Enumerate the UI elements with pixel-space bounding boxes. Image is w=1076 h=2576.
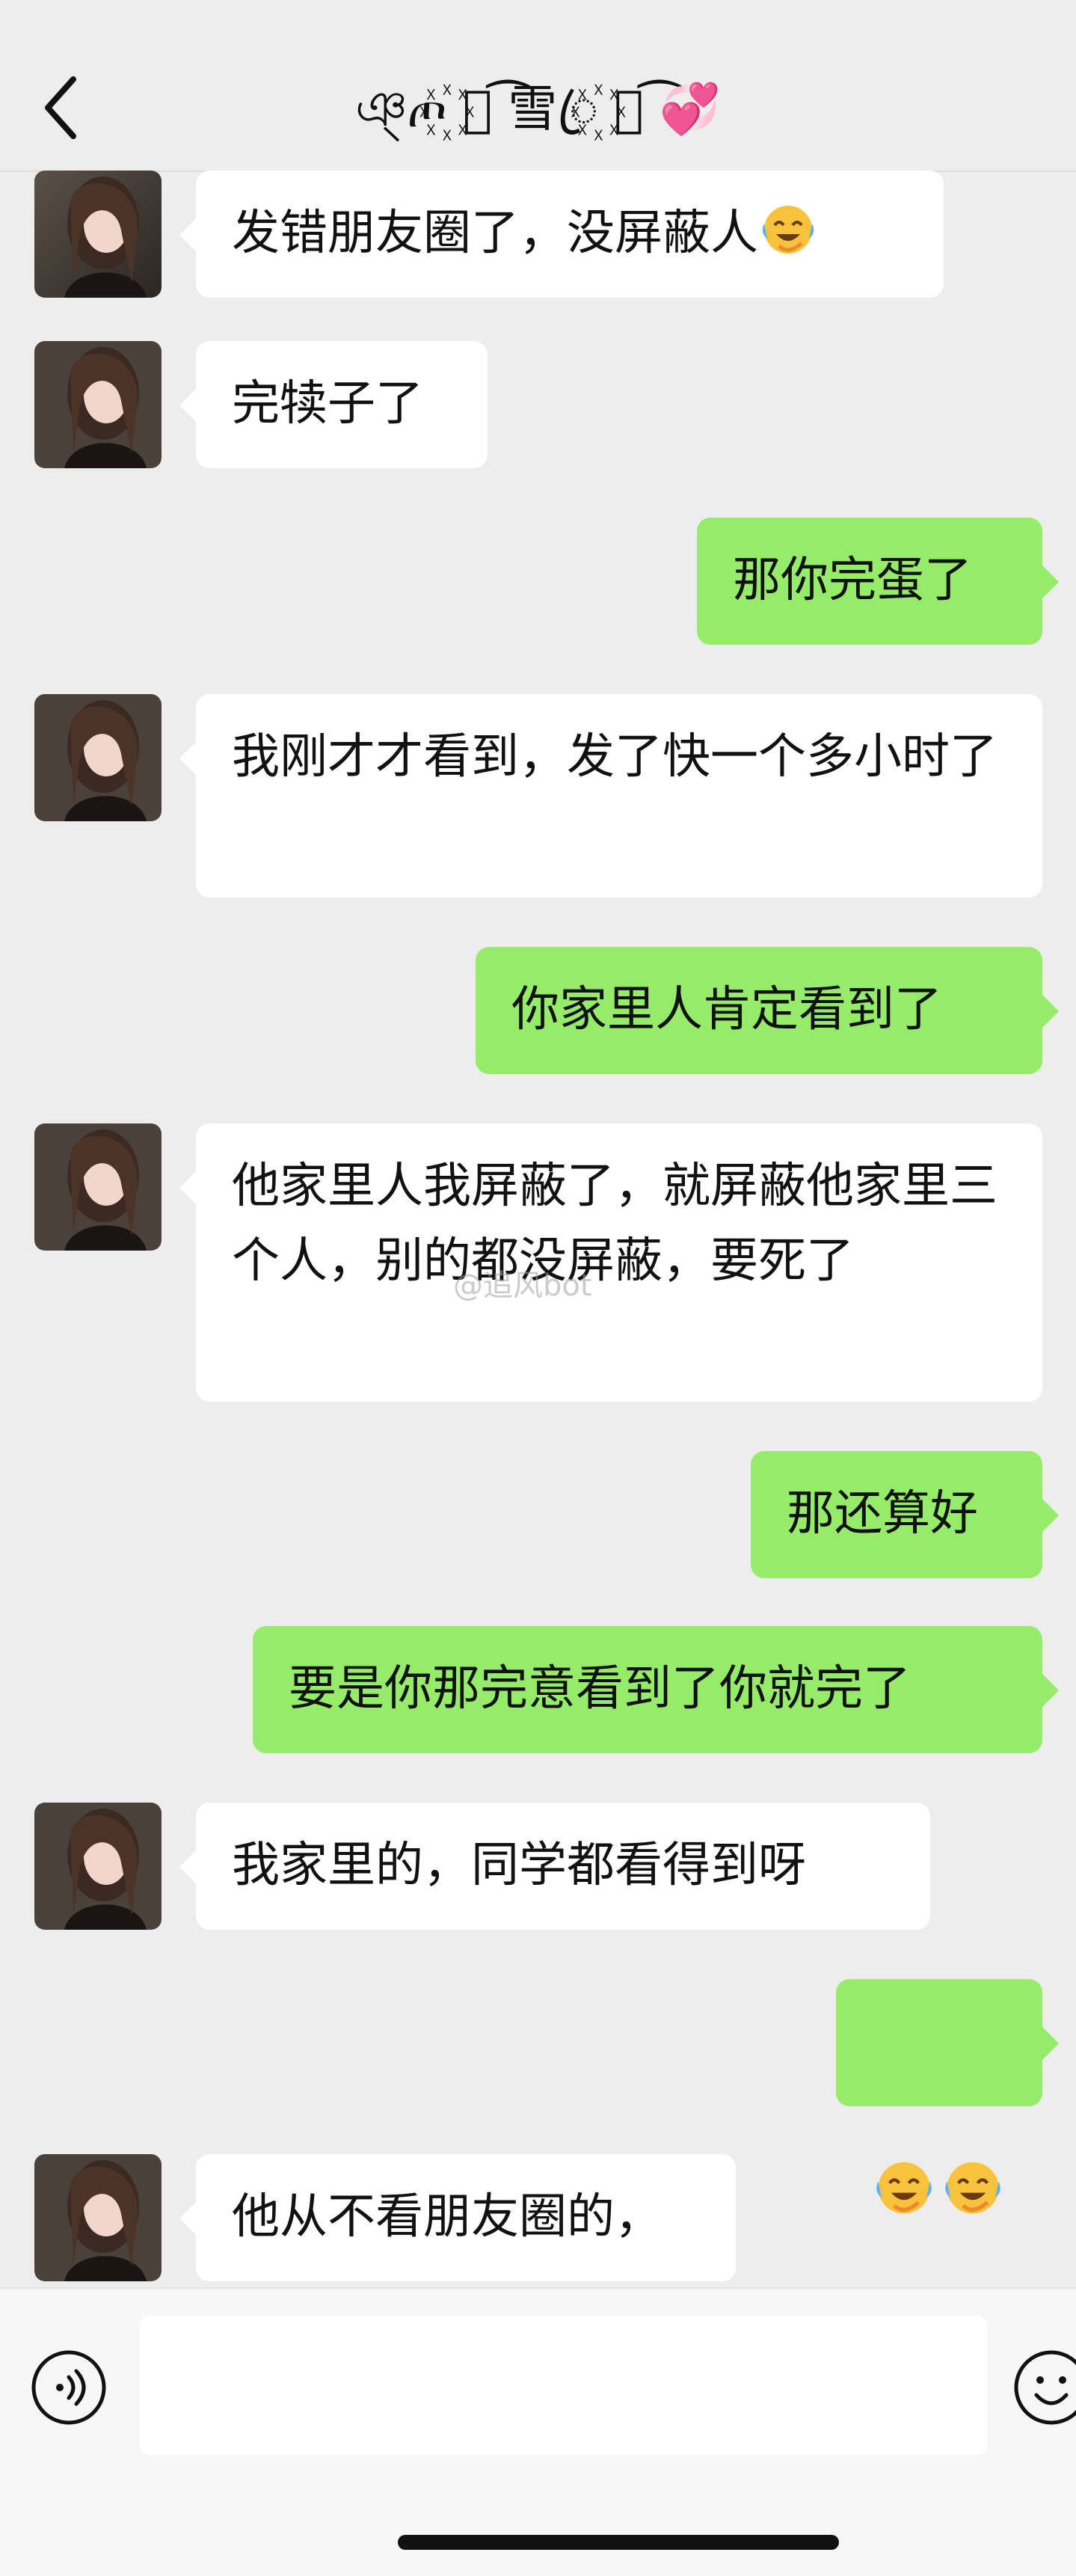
message-text: 那还算好 xyxy=(787,1486,978,1542)
message-bubble[interactable]: 那你完蛋了 xyxy=(697,518,1059,645)
message-bubble[interactable]: 我刚才才看到，发了快一个多小时了 xyxy=(179,694,1042,898)
message-bubble[interactable]: 要是你那完意看到了你就完了 xyxy=(253,1626,1059,1753)
message-text: 我家里的，同学都看得到呀 xyxy=(232,1838,806,1893)
message-text: 他家里人我屏蔽了，就屏蔽他家里三个人，别的都没屏蔽，要死了 xyxy=(232,1159,997,1289)
message-bubble[interactable]: 完犊子了 xyxy=(179,341,488,468)
message-text: 那你完蛋了 xyxy=(733,553,972,608)
message-text: 我刚才才看到，发了快一个多小时了 xyxy=(232,729,997,785)
message-bubble[interactable]: 他从不看朋友圈的， xyxy=(179,2154,736,2281)
chat-header: ঞ্ጦ꙰ ⃕ ͡雪ꦿ꙰ ⃕ ͡💞 xyxy=(0,0,1076,172)
input-toolbar xyxy=(0,2287,1076,2576)
avatar[interactable] xyxy=(34,341,162,468)
avatar[interactable] xyxy=(34,171,162,298)
face-with-tears-of-joy-icon xyxy=(762,206,814,254)
message-bubble[interactable]: 我家里的，同学都看得到呀 xyxy=(179,1803,930,1930)
watermark: @追风bot xyxy=(453,1269,592,1303)
face-with-tears-of-joy-icon xyxy=(876,2162,932,2214)
message-text: 你家里人肯定看到了 xyxy=(511,982,942,1037)
voice-icon xyxy=(31,2350,106,2425)
message-bubble[interactable]: 发错朋友圈了，没屏蔽人 xyxy=(179,171,944,298)
chat-title: ঞ্ጦ꙰ ⃕ ͡雪ꦿ꙰ ⃕ ͡💞 xyxy=(355,80,721,138)
smiley-icon xyxy=(1014,2350,1076,2425)
avatar[interactable] xyxy=(34,694,162,821)
message-text: 要是你那完意看到了你就完了 xyxy=(289,1661,911,1717)
face-with-tears-of-joy-icon xyxy=(945,2162,1000,2214)
message-bubble[interactable]: 那还算好 xyxy=(751,1451,1059,1578)
message-input[interactable] xyxy=(139,2316,987,2455)
message-text: 发错朋友圈了，没屏蔽人 xyxy=(232,206,758,261)
message-bubble[interactable]: 他家里人我屏蔽了，就屏蔽他家里三个人，别的都没屏蔽，要死了 xyxy=(179,1123,1042,1402)
message-list[interactable]: 发错朋友圈了，没屏蔽人 完犊子了 那你完蛋了 我刚才才看到，发了快一个多小时了 … xyxy=(0,171,1076,2287)
emoji-button[interactable] xyxy=(1012,2349,1076,2426)
message-bubble[interactable]: 你家里人肯定看到了 xyxy=(476,947,1059,1074)
voice-button[interactable] xyxy=(30,2349,108,2426)
avatar[interactable] xyxy=(34,2154,162,2281)
message-bubble[interactable] xyxy=(836,1979,1059,2214)
message-text: 完犊子了 xyxy=(232,376,423,432)
message-text: 他从不看朋友圈的， xyxy=(232,2189,662,2245)
home-indicator xyxy=(398,2535,839,2550)
avatar[interactable] xyxy=(34,1803,162,1930)
avatar[interactable] xyxy=(34,1123,162,1251)
